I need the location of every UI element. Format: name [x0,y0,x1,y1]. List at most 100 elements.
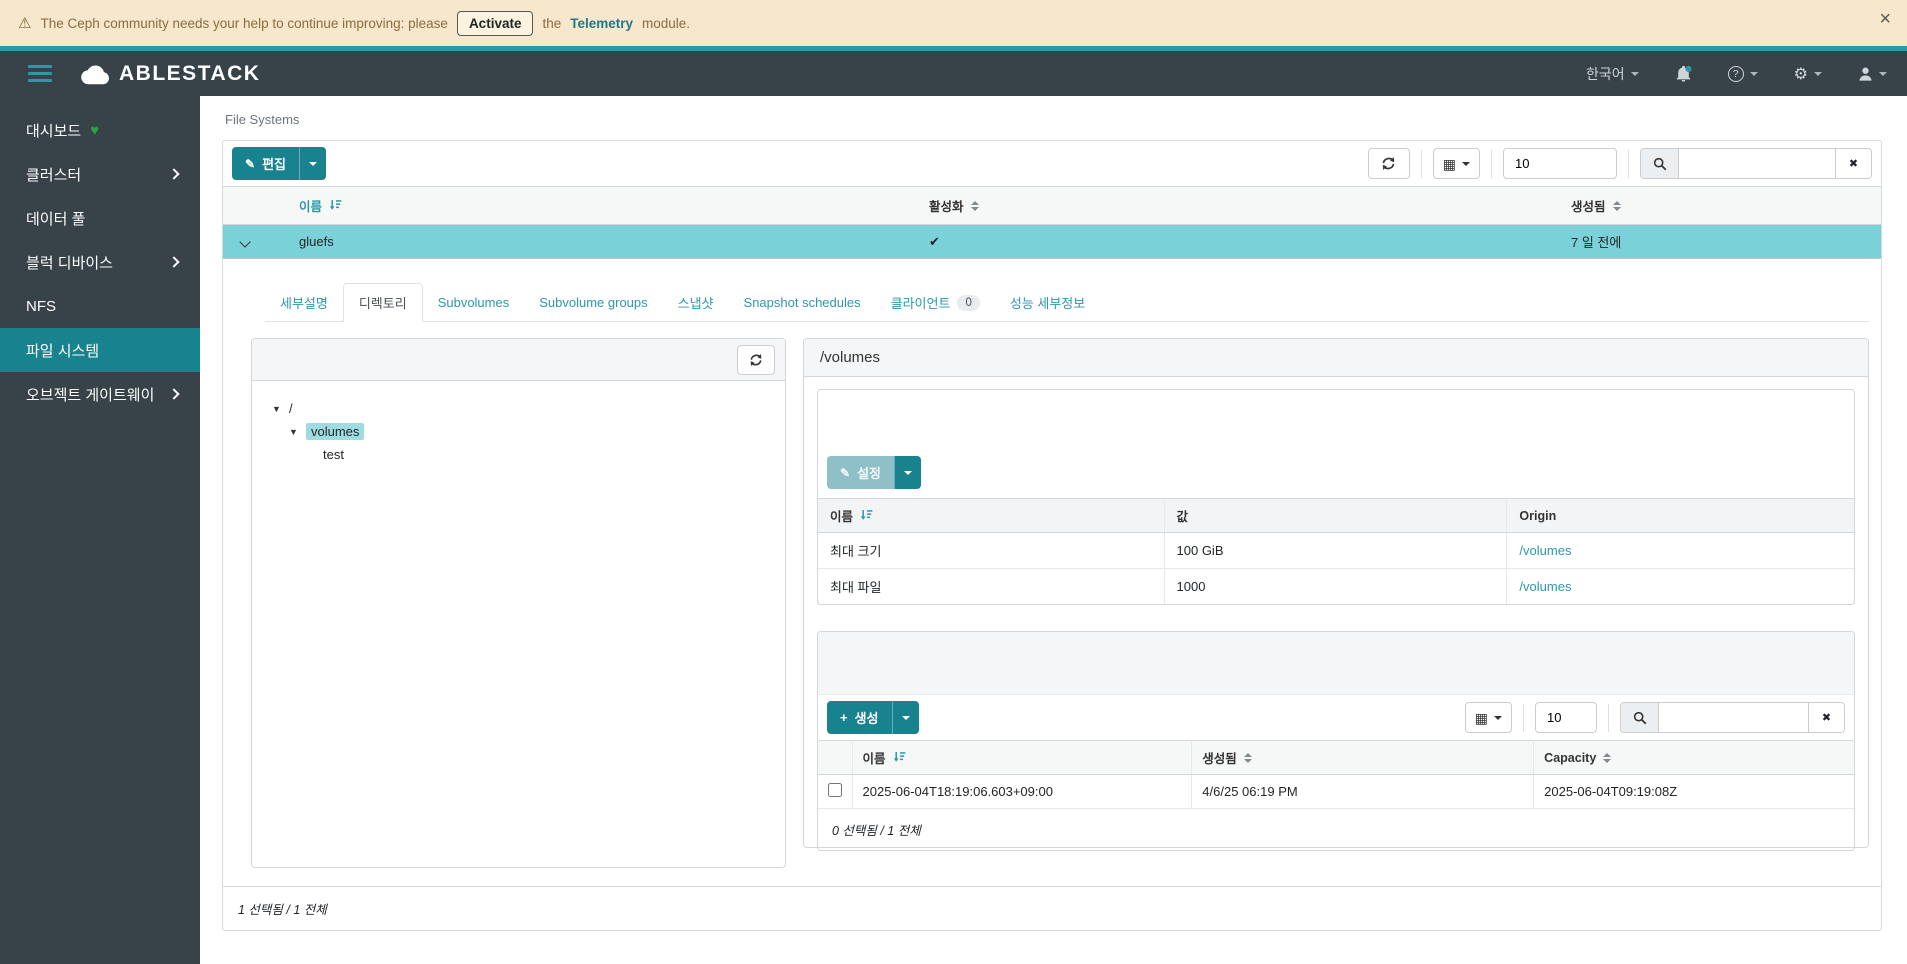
tree-node-test[interactable]: test [264,443,773,466]
sort-icon [1613,201,1621,211]
sidebar-item-nfs[interactable]: NFS [0,284,200,328]
snapshot-column-capacity[interactable]: Capacity [1534,741,1854,775]
tab-snapshots[interactable]: 스냅샷 [663,283,729,322]
column-toggle-button[interactable]: ▦ [1433,148,1480,179]
sidebar-item-pools[interactable]: 데이터 풀 [0,196,200,240]
column-label: 이름 [830,506,853,525]
chevron-right-icon [168,388,179,399]
create-dropdown-toggle[interactable] [892,701,919,734]
column-header-enabled[interactable]: 활성화 [919,187,1561,225]
sort-amount-icon [893,751,906,764]
collapse-row-icon[interactable] [239,236,250,247]
sidebar-item-block-devices[interactable]: 블럭 디바이스 [0,240,200,284]
fs-created-cell: 7 일 전에 [1561,225,1881,259]
tab-details[interactable]: 세부설명 [265,283,343,322]
clients-count-badge: 0 [957,295,979,311]
snapshot-page-size-input[interactable] [1535,702,1597,733]
warning-icon: ⚠ [18,14,31,32]
top-navbar: ABLESTACK 한국어 ? ⚙ [0,46,1907,96]
settings-dropdown[interactable]: ⚙ [1794,64,1822,84]
tree-node-volumes[interactable]: ▼ volumes [264,420,773,443]
banner-text-before: The Ceph community needs your help to co… [40,16,447,31]
quota-column-value[interactable]: 값 [1164,499,1507,533]
chevron-down-icon [1814,72,1822,76]
column-label: 활성화 [929,196,964,215]
sidebar-item-cluster[interactable]: 클러스터 [0,152,200,196]
sidebar: 대시보드 ♥ 클러스터 데이터 풀 블럭 디바이스 NFS 파일 시스템 오브젝… [0,96,200,964]
column-label: Capacity [1544,751,1596,765]
snapshot-column-name[interactable]: 이름 [852,741,1192,775]
quota-section: ✎ 설정 [817,389,1855,605]
sidebar-item-dashboard[interactable]: 대시보드 ♥ [0,108,200,152]
tree-node-root[interactable]: ▼ / [264,397,773,420]
snapshot-search-input[interactable] [1659,703,1808,732]
telemetry-link[interactable]: Telemetry [570,16,633,31]
quota-column-name[interactable]: 이름 [818,499,1164,533]
tree-node-label: volumes [306,423,364,440]
sort-icon [1244,753,1252,763]
snapshot-name-cell: 2025-06-04T18:19:06.603+09:00 [852,775,1192,809]
create-split-button: + 생성 [827,701,919,734]
column-header-name[interactable]: 이름 [289,187,919,225]
notifications-button[interactable] [1675,65,1692,83]
user-dropdown[interactable] [1858,66,1887,82]
tab-directories[interactable]: 디렉토리 [343,283,423,322]
sidebar-item-object-gateway[interactable]: 오브젝트 게이트웨이 [0,372,200,416]
tree-expand-icon[interactable]: ▼ [289,427,299,437]
edit-dropdown-toggle[interactable] [299,147,326,180]
activate-button[interactable]: Activate [457,11,534,36]
clear-search-icon[interactable]: ✖ [1835,149,1871,178]
tab-subvolume-groups[interactable]: Subvolume groups [524,283,662,322]
table-row-gluefs[interactable]: gluefs ✔ 7 일 전에 [223,225,1881,259]
cloud-logo-icon [78,63,112,85]
check-icon: ✔ [929,234,940,249]
pencil-icon: ✎ [245,157,255,171]
fs-name-cell: gluefs [289,225,919,259]
column-header-created[interactable]: 생성됨 [1561,187,1881,225]
row-checkbox[interactable] [828,783,842,797]
snapshot-column-created[interactable]: 생성됨 [1192,741,1534,775]
quota-column-origin[interactable]: Origin [1507,499,1854,533]
help-icon: ? [1728,66,1744,82]
sidebar-item-file-systems[interactable]: 파일 시스템 [0,328,200,372]
banner-close-icon[interactable]: × [1879,9,1891,29]
tab-subvolumes[interactable]: Subvolumes [423,283,525,322]
main-content: File Systems ✎ 편집 [200,96,1907,964]
refresh-button[interactable] [1368,148,1410,179]
refresh-icon [1381,156,1396,171]
tab-performance-details[interactable]: 성능 세부정보 [995,283,1100,322]
quota-origin-link[interactable]: /volumes [1519,543,1571,558]
breadcrumb: File Systems [225,112,1907,127]
file-systems-table: 이름 활성화 [223,186,1881,259]
snapshot-capacity-cell: 2025-06-04T09:19:08Z [1534,775,1854,809]
tab-snapshot-schedules[interactable]: Snapshot schedules [729,283,876,322]
chevron-down-icon [1494,716,1502,720]
language-dropdown[interactable]: 한국어 [1586,64,1639,84]
tree-node-label: test [323,447,344,462]
settings-button[interactable]: ✎ 설정 [827,456,894,489]
detail-tabs: 세부설명 디렉토리 Subvolumes Subvolume groups 스냅… [265,283,1869,322]
menu-toggle-icon[interactable] [28,65,52,82]
page-size-input[interactable] [1503,148,1617,179]
edit-button[interactable]: ✎ 편집 [232,147,299,180]
create-button[interactable]: + 생성 [827,701,892,734]
tree-expand-icon[interactable]: ▼ [272,404,282,414]
table-row[interactable]: 2025-06-04T18:19:06.603+09:00 4/6/25 06:… [818,775,1854,809]
quota-origin-link[interactable]: /volumes [1519,579,1571,594]
brand-logo: ABLESTACK [78,62,260,86]
table-row: 최대 파일 1000 /volumes [818,569,1854,605]
settings-dropdown-toggle[interactable] [894,456,921,489]
snapshots-toolbar: + 생성 ▦ [818,694,1854,740]
tree-refresh-button[interactable] [737,345,775,375]
banner-text-after: module. [642,16,690,31]
help-dropdown[interactable]: ? [1728,66,1758,82]
column-label: 생성됨 [1571,196,1606,215]
clear-search-icon[interactable]: ✖ [1808,703,1844,732]
search-group: ✖ [1640,148,1872,179]
tab-clients[interactable]: 클라이언트 0 [876,283,995,322]
snapshots-section: + 생성 ▦ [817,631,1855,851]
search-input[interactable] [1679,149,1835,178]
table-columns-icon: ▦ [1475,711,1488,725]
checkbox-column-header [818,741,852,775]
snapshot-column-toggle-button[interactable]: ▦ [1465,702,1512,733]
